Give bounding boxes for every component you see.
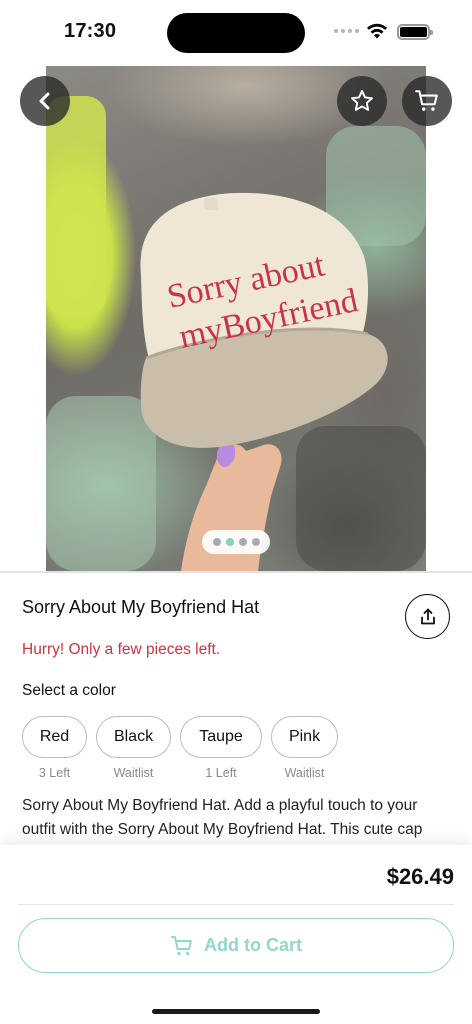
favorite-button[interactable] bbox=[337, 76, 387, 126]
product-description: Sorry About My Boyfriend Hat. Add a play… bbox=[22, 797, 424, 846]
color-option-taupe[interactable]: Taupe bbox=[180, 716, 262, 758]
pager-dot[interactable] bbox=[212, 538, 221, 546]
image-pager[interactable] bbox=[202, 530, 270, 554]
color-option-black[interactable]: Black bbox=[96, 716, 171, 758]
color-availability-red: 3 Left bbox=[38, 766, 71, 780]
color-label: Select a color bbox=[22, 682, 116, 699]
status-bar: 17:30 bbox=[0, 0, 472, 62]
star-icon bbox=[351, 90, 373, 111]
add-to-cart-label: Add to Cart bbox=[204, 935, 302, 955]
pager-dot[interactable] bbox=[238, 538, 247, 546]
pager-dot[interactable] bbox=[225, 538, 234, 546]
share-icon bbox=[420, 608, 435, 624]
price: $26.49 bbox=[386, 864, 454, 889]
wifi-icon bbox=[367, 23, 387, 39]
add-to-cart-button[interactable]: Add to Cart bbox=[18, 918, 454, 973]
color-option-red[interactable]: Red bbox=[22, 716, 87, 758]
product-title: Sorry About My Boyfriend Hat bbox=[22, 597, 260, 617]
cellular-signal-icon bbox=[334, 29, 359, 33]
product-image[interactable]: Sorry about myBoyfriend bbox=[46, 66, 426, 571]
stock-warning: Hurry! Only a few pieces left. bbox=[22, 641, 221, 658]
share-button[interactable] bbox=[405, 594, 450, 639]
divider bbox=[18, 904, 454, 905]
dynamic-island bbox=[167, 13, 305, 53]
checkout-panel: $26.49 Add to Cart bbox=[0, 845, 472, 1024]
cart-button[interactable] bbox=[402, 76, 452, 126]
chevron-left-icon bbox=[39, 92, 50, 110]
color-option-pink[interactable]: Pink bbox=[271, 716, 338, 758]
battery-icon bbox=[397, 24, 433, 40]
cart-icon bbox=[171, 935, 192, 955]
color-availability-black: Waitlist bbox=[113, 766, 154, 780]
back-button[interactable] bbox=[20, 76, 70, 126]
pager-dot[interactable] bbox=[251, 538, 260, 546]
color-availability-taupe: 1 Left bbox=[205, 766, 237, 780]
divider bbox=[0, 571, 472, 573]
status-time: 17:30 bbox=[64, 20, 117, 42]
home-indicator[interactable] bbox=[152, 1009, 320, 1014]
hat-photo: Sorry about myBoyfriend bbox=[46, 96, 426, 571]
color-availability-pink: Waitlist bbox=[284, 766, 325, 780]
cart-icon bbox=[415, 90, 438, 111]
